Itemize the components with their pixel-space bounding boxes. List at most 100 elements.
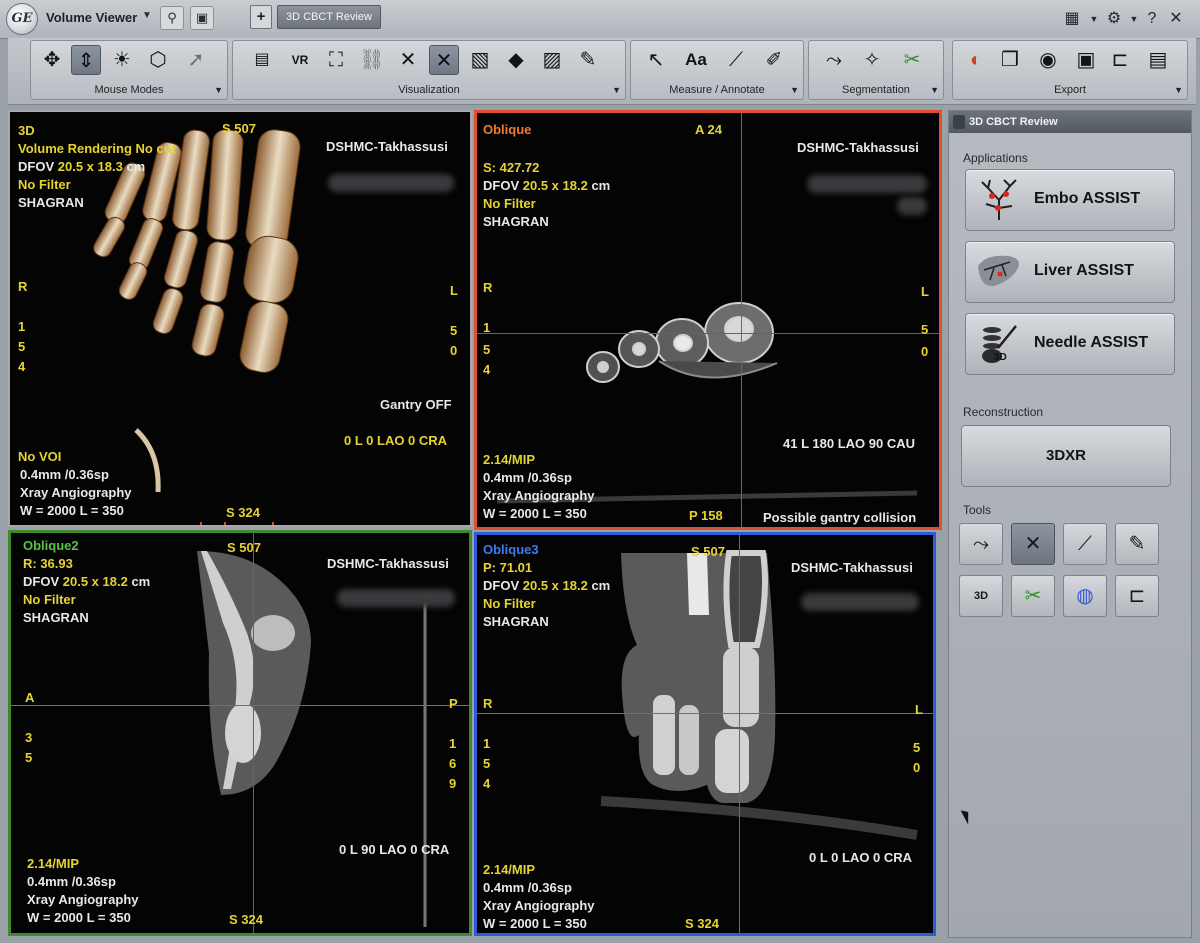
- brightness-icon[interactable]: ☀: [107, 45, 137, 75]
- dfov-line: DFOV 20.5 x 18.3 cm: [18, 158, 145, 176]
- viewport-3d[interactable]: 3D Volume Rendering No cut DFOV 20.5 x 1…: [8, 110, 472, 527]
- site-code: SHAGRAN: [23, 610, 89, 625]
- redacted-patient-name: [328, 174, 454, 192]
- rotate-3d-icon[interactable]: ⬡: [143, 45, 173, 75]
- viewport-title: Oblique: [483, 122, 532, 137]
- needle-3d-caption: 3D: [994, 352, 1007, 363]
- institution-name: DSHMC-Takhassusi: [791, 560, 913, 575]
- sculpt-icon[interactable]: ✎: [573, 45, 603, 75]
- slice-position: P: 71.01: [483, 560, 533, 575]
- patient-icon[interactable]: ⚲: [160, 6, 184, 30]
- volume-preset-icon[interactable]: ▤: [247, 45, 277, 75]
- network-send-icon[interactable]: ⊏: [1115, 575, 1159, 617]
- orientation-bottom: S 324: [685, 916, 719, 931]
- scissors-icon[interactable]: ✂: [1011, 575, 1055, 617]
- viewport-oblique[interactable]: Oblique S: 427.72 DFOV 20.5 x 18.2 cm No…: [474, 110, 942, 530]
- network-send-icon[interactable]: ⊏: [1105, 45, 1135, 75]
- crosshair-cut-icon[interactable]: ✕: [429, 45, 459, 75]
- filter-label: No Filter: [18, 177, 71, 192]
- orientation-right: L: [915, 702, 923, 717]
- distance-icon[interactable]: ⟋: [721, 45, 751, 75]
- embo-assist-button[interactable]: Embo ASSIST: [965, 169, 1175, 231]
- dfov-line: DFOV 20.5 x 18.2 cm: [483, 177, 610, 195]
- vessel-trace-icon[interactable]: ⤳: [959, 523, 1003, 565]
- gantry-angle: 0 L 90 LAO 0 CRA: [339, 842, 450, 857]
- ruler-tick: [224, 522, 226, 525]
- oblique-cut-icon[interactable]: ✕: [393, 45, 423, 75]
- liver-assist-button[interactable]: Liver ASSIST: [965, 241, 1175, 303]
- link-icon[interactable]: ⛓: [357, 45, 387, 75]
- crosshair-horizontal[interactable]: [477, 333, 939, 334]
- select-arrow-icon[interactable]: ➚: [181, 45, 211, 75]
- orientation-bottom: P 158: [689, 508, 723, 523]
- mip-thickness: 2.14/MIP: [27, 856, 80, 871]
- chevron-down-icon[interactable]: ▼: [930, 85, 939, 95]
- chevron-down-icon[interactable]: ▼: [1084, 9, 1104, 29]
- lateral-slab-icon[interactable]: ▨: [537, 45, 567, 75]
- cbct-review-panel: 3D CBCT Review Applications Embo ASSIST …: [948, 110, 1192, 938]
- needle-assist-button[interactable]: 3D Needle ASSIST: [965, 313, 1175, 375]
- crosshair-vertical[interactable]: [739, 535, 740, 933]
- dfov-value: 20.5 x 18.2: [62, 574, 128, 589]
- volume-preview-icon[interactable]: ◍: [1063, 575, 1107, 617]
- volume-viewer-app: GE Volume Viewer ▼ ⚲ ▣ + 3D CBCT Review …: [0, 0, 1200, 943]
- viewport-oblique3[interactable]: Oblique3 P: 71.01 DFOV 20.5 x 18.2 cm No…: [474, 532, 936, 936]
- filter-label: No Filter: [23, 592, 76, 607]
- tab-3d-cbct-review[interactable]: 3D CBCT Review: [277, 5, 381, 29]
- gear-icon[interactable]: ⚙: [1104, 9, 1124, 29]
- axial-slab-icon[interactable]: ▧: [465, 45, 495, 75]
- magic-wand-icon[interactable]: ✧: [857, 45, 887, 75]
- add-tab-button[interactable]: +: [250, 5, 272, 29]
- scale-digit: 5: [921, 322, 929, 337]
- liver-icon: [978, 255, 1019, 287]
- orientation-left: R: [483, 280, 493, 295]
- export-app-icon[interactable]: ◐: [961, 45, 991, 75]
- dfov-unit: cm: [126, 159, 146, 174]
- viewport-oblique2[interactable]: Oblique2 R: 36.93 DFOV 20.5 x 18.2 cm No…: [8, 530, 472, 936]
- text-annotation-button[interactable]: Aa: [681, 45, 711, 75]
- arrow-annotation-icon[interactable]: ↖: [641, 45, 671, 75]
- vessel-trace-icon[interactable]: ⤳: [819, 45, 849, 75]
- crosshair-cut-icon[interactable]: ✕: [1011, 523, 1055, 565]
- save-series-icon[interactable]: ❐: [995, 45, 1025, 75]
- mip-thickness: 2.14/MIP: [483, 862, 536, 877]
- report-icon[interactable]: ▤: [1143, 45, 1173, 75]
- panel-title: 3D CBCT Review: [949, 111, 1191, 133]
- window-level: W = 2000 L = 350: [483, 916, 587, 931]
- dfov-label: DFOV: [483, 578, 520, 593]
- distance-icon[interactable]: ⟋: [1063, 523, 1107, 565]
- app-title[interactable]: Volume Viewer: [46, 10, 137, 25]
- chevron-down-icon[interactable]: ▼: [1124, 9, 1144, 29]
- 3d-view-button[interactable]: 3D: [959, 575, 1003, 617]
- cube-icon[interactable]: ◆: [501, 45, 531, 75]
- close-icon[interactable]: ✕: [1166, 9, 1186, 29]
- crosshair-vertical[interactable]: [741, 113, 742, 527]
- camera-icon[interactable]: ◉: [1033, 45, 1063, 75]
- scale-digit: 0: [921, 344, 929, 359]
- browse-icon[interactable]: ⇕: [71, 45, 101, 75]
- vr-button[interactable]: VR: [285, 45, 315, 75]
- 3dxr-button[interactable]: 3DXR: [961, 425, 1171, 487]
- layout-icon[interactable]: ▦: [1062, 9, 1082, 29]
- crosshair-horizontal[interactable]: [477, 713, 933, 714]
- scale-digit: 4: [18, 359, 26, 374]
- modality: Xray Angiography: [27, 892, 139, 907]
- vessel-tree-icon: [981, 179, 1017, 220]
- fit-to-view-icon[interactable]: ⛶: [321, 45, 351, 75]
- scissors-icon[interactable]: ✂: [897, 45, 927, 75]
- chevron-down-icon[interactable]: ▼: [612, 85, 621, 95]
- redacted-patient-id: [897, 197, 927, 215]
- chevron-down-icon[interactable]: ▼: [790, 85, 799, 95]
- help-icon[interactable]: ?: [1142, 9, 1162, 29]
- dfov-label: DFOV: [483, 178, 520, 193]
- chevron-down-icon[interactable]: ▼: [1174, 85, 1183, 95]
- sculpt-icon[interactable]: ✎: [1115, 523, 1159, 565]
- pan-icon[interactable]: ✥: [37, 45, 67, 75]
- image-browser-icon[interactable]: ▣: [190, 6, 214, 30]
- chevron-down-icon[interactable]: ▼: [142, 10, 152, 21]
- save-add-icon[interactable]: ▣: [1071, 45, 1101, 75]
- crosshair-vertical[interactable]: [253, 533, 254, 933]
- chevron-down-icon[interactable]: ▼: [214, 85, 223, 95]
- curve-measure-icon[interactable]: ✐: [759, 45, 789, 75]
- crosshair-horizontal[interactable]: [11, 705, 469, 706]
